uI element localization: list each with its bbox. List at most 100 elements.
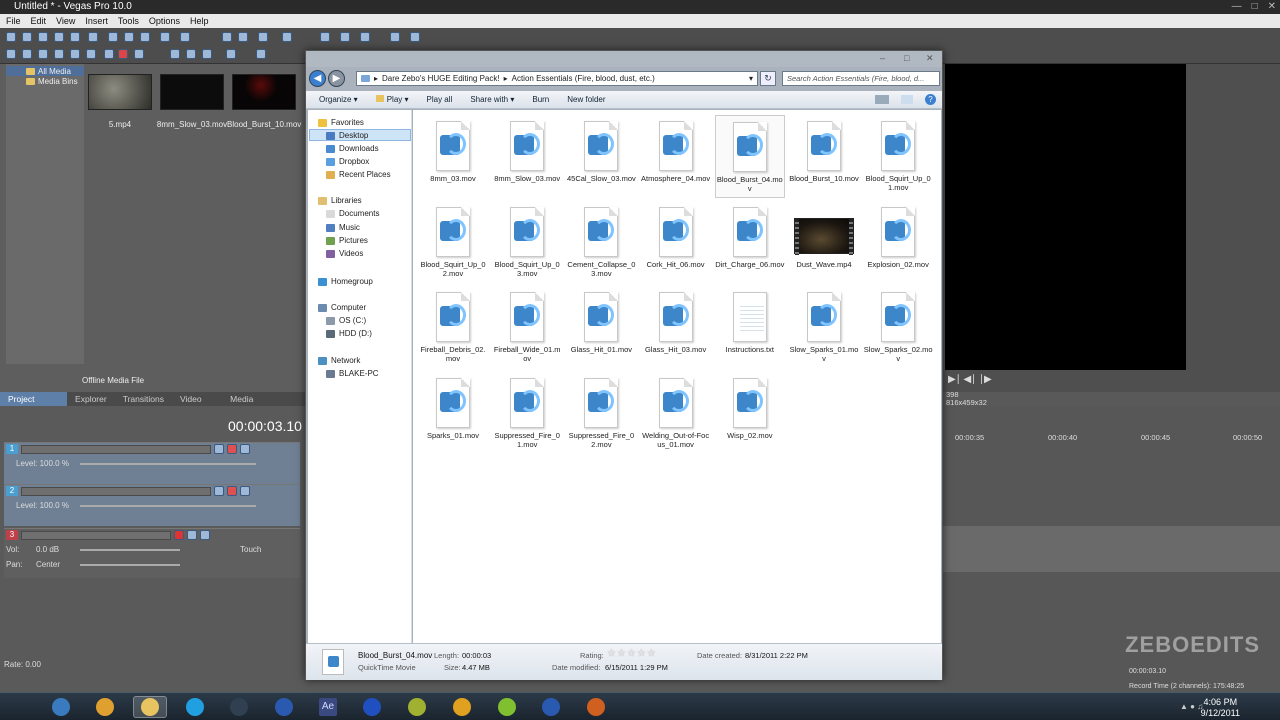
- track-motion-icon[interactable]: [227, 444, 237, 454]
- close-icon[interactable]: ✕: [926, 53, 934, 64]
- nav-item-libraries[interactable]: Libraries: [318, 196, 362, 205]
- nav-item-hdd-d[interactable]: HDD (D:): [326, 329, 372, 338]
- taskbar-app[interactable]: [178, 696, 212, 718]
- stop-icon[interactable]: [186, 49, 196, 59]
- auto-preview-icon[interactable]: [202, 49, 212, 59]
- close-icon[interactable]: ✕: [1268, 0, 1276, 14]
- file-item[interactable]: Slow_Sparks_01.mov: [789, 286, 859, 369]
- search-input[interactable]: Search Action Essentials (Fire, blood, d…: [782, 71, 940, 86]
- track-name-field[interactable]: [21, 486, 211, 496]
- tab-explorer[interactable]: Explorer: [67, 392, 115, 406]
- minimize-icon[interactable]: –: [880, 53, 885, 63]
- file-item[interactable]: 8mm_03.mov: [418, 115, 488, 198]
- menu-file[interactable]: File: [6, 14, 21, 28]
- file-item[interactable]: Glass_Hit_01.mov: [566, 286, 636, 369]
- menu-tools[interactable]: Tools: [118, 14, 139, 28]
- tree-all-media[interactable]: All Media: [6, 66, 84, 76]
- taskbar-app[interactable]: [579, 696, 613, 718]
- change-view-icon[interactable]: [875, 95, 889, 104]
- nav-item-os-c[interactable]: OS (C:): [326, 316, 366, 325]
- nav-item-homegroup[interactable]: Homegroup: [318, 277, 373, 286]
- forward-arrow-icon[interactable]: ▶: [328, 70, 345, 87]
- tab-project-media[interactable]: Project Media: [0, 392, 68, 418]
- file-item[interactable]: Welding_Out-of-Focus_01.mov: [641, 372, 711, 455]
- preview-transport[interactable]: ▶∣ ◀∣ ∣▶: [948, 374, 992, 385]
- share-with-button[interactable]: Share with ▾: [461, 91, 523, 109]
- tab-transitions[interactable]: Transitions: [115, 392, 172, 406]
- zoom-icon[interactable]: [256, 49, 266, 59]
- maximize-icon[interactable]: □: [904, 53, 909, 63]
- get-media-icon[interactable]: [38, 49, 48, 59]
- taskbar-app[interactable]: [490, 696, 524, 718]
- help-icon[interactable]: ?: [925, 94, 936, 105]
- new-folder-button[interactable]: New folder: [558, 91, 614, 109]
- back-arrow-icon[interactable]: ◀: [309, 70, 326, 87]
- address-bar[interactable]: ▸ Dare Zebo's HUGE Editing Pack! ▸ Actio…: [356, 71, 758, 86]
- taskbar-app[interactable]: [44, 696, 78, 718]
- breadcrumb-pack[interactable]: Dare Zebo's HUGE Editing Pack!: [382, 74, 500, 83]
- save-icon[interactable]: [38, 32, 48, 42]
- file-item[interactable]: 8mm_Slow_03.mov: [492, 115, 562, 198]
- media-thumb-blood-burst[interactable]: [232, 74, 296, 110]
- menu-view[interactable]: View: [56, 14, 75, 28]
- track-fx-icon[interactable]: [214, 444, 224, 454]
- track-fx-icon[interactable]: [214, 486, 224, 496]
- touch-mode[interactable]: Touch: [240, 545, 261, 554]
- level-slider[interactable]: [80, 463, 256, 465]
- file-item[interactable]: Slow_Sparks_02.mov: [863, 286, 933, 369]
- properties-icon[interactable]: [88, 32, 98, 42]
- play-button[interactable]: Play ▾: [367, 91, 418, 109]
- menu-edit[interactable]: Edit: [31, 14, 47, 28]
- preview-pane-icon[interactable]: [901, 95, 913, 104]
- file-item[interactable]: Glass_Hit_03.mov: [641, 286, 711, 369]
- import-media-icon[interactable]: [6, 49, 16, 59]
- taskbar-app[interactable]: [400, 696, 434, 718]
- menu-help[interactable]: Help: [190, 14, 209, 28]
- file-item[interactable]: Dirt_Charge_06.mov: [715, 201, 785, 284]
- paste-icon[interactable]: [140, 32, 150, 42]
- track-name-field[interactable]: [21, 444, 211, 454]
- maximize-icon[interactable]: □: [1252, 0, 1258, 14]
- search-media-icon[interactable]: [104, 49, 114, 59]
- level-slider[interactable]: [80, 505, 256, 507]
- nav-item-music[interactable]: Music: [326, 223, 360, 232]
- refresh-button[interactable]: ↻: [760, 71, 776, 86]
- file-item[interactable]: Wisp_02.mov: [715, 372, 785, 455]
- new-project-icon[interactable]: [6, 32, 16, 42]
- file-item[interactable]: Blood_Squirt_Up_03.mov: [492, 201, 562, 284]
- nav-item-network[interactable]: Network: [318, 356, 360, 365]
- file-item[interactable]: Atmosphere_04.mov: [641, 115, 711, 198]
- undo-icon[interactable]: [160, 32, 170, 42]
- file-item[interactable]: Blood_Burst_04.mov: [714, 115, 785, 198]
- track-name-field[interactable]: [21, 530, 171, 540]
- video-track-2[interactable]: 2 Level: 100.0 %: [4, 484, 300, 526]
- video-track-1[interactable]: 1 Level: 100.0 %: [4, 442, 300, 484]
- taskbar-app[interactable]: [267, 696, 301, 718]
- auto-ripple-icon[interactable]: [238, 32, 248, 42]
- nav-item-documents[interactable]: Documents: [326, 209, 379, 218]
- nav-item-computer[interactable]: Computer: [318, 303, 366, 312]
- file-item[interactable]: Blood_Squirt_Up_02.mov: [418, 201, 488, 284]
- file-item[interactable]: Cement_Collapse_03.mov: [566, 201, 636, 284]
- nav-item-favorites[interactable]: Favorites: [318, 118, 364, 127]
- lock-envelopes-icon[interactable]: [258, 32, 268, 42]
- file-item[interactable]: Fireball_Debris_02.mov: [418, 286, 488, 369]
- file-item[interactable]: Instructions.txt: [715, 286, 785, 369]
- burn-button[interactable]: Burn: [523, 91, 558, 109]
- delete-icon[interactable]: [118, 49, 128, 59]
- save-as-icon[interactable]: [54, 32, 64, 42]
- mute-icon[interactable]: [200, 530, 210, 540]
- file-item[interactable]: Suppressed_Fire_02.mov: [566, 372, 636, 455]
- media-properties-icon[interactable]: [86, 49, 96, 59]
- tray-icons[interactable]: ▲ ● ♫: [1180, 702, 1220, 712]
- nav-item-blake-pc[interactable]: BLAKE-PC: [326, 369, 379, 378]
- track-motion-icon[interactable]: [227, 486, 237, 496]
- render-icon[interactable]: [70, 32, 80, 42]
- file-item[interactable]: Blood_Burst_10.mov: [789, 115, 859, 198]
- nav-item-pictures[interactable]: Pictures: [326, 236, 368, 245]
- file-item[interactable]: Sparks_01.mov: [418, 372, 488, 455]
- nav-item-recent-places[interactable]: Recent Places: [326, 170, 391, 179]
- media-fx-icon[interactable]: [70, 49, 80, 59]
- remove-unused-icon[interactable]: [54, 49, 64, 59]
- media-thumb-8mm[interactable]: [160, 74, 224, 110]
